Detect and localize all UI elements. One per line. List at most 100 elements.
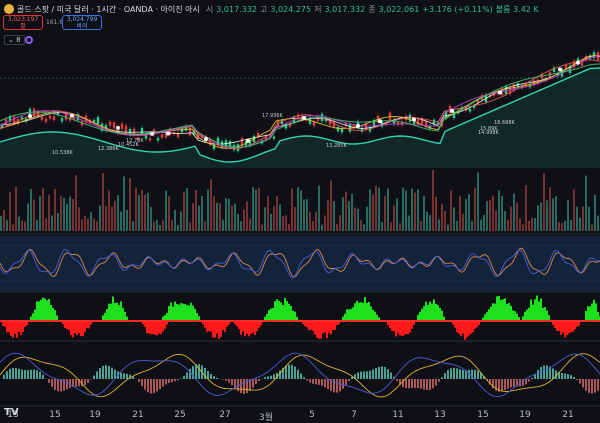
histogram-bar bbox=[378, 317, 380, 320]
volume-bar bbox=[90, 212, 92, 231]
volume-bar bbox=[327, 200, 329, 231]
histogram-bar bbox=[118, 305, 120, 320]
symbol-title[interactable]: 골드 스팟 / 미국 달러 · 1시간 · OANDA · 아이진 아시 bbox=[17, 4, 200, 15]
time-axis-label: 11 bbox=[392, 410, 404, 420]
histogram-bar bbox=[589, 306, 591, 320]
histogram-bar bbox=[572, 322, 574, 332]
histogram-bar bbox=[44, 298, 46, 320]
volume-bar bbox=[339, 215, 341, 231]
histogram-bar bbox=[238, 322, 240, 330]
histogram-bar bbox=[164, 315, 166, 320]
histogram-bar bbox=[76, 322, 78, 335]
histogram-bar bbox=[108, 303, 110, 320]
histogram-bar bbox=[122, 307, 124, 320]
candle-body bbox=[96, 117, 100, 125]
volume-bar bbox=[3, 209, 5, 231]
histogram-bar bbox=[314, 322, 316, 335]
volume-bar bbox=[324, 215, 326, 231]
volume-bar bbox=[369, 189, 371, 231]
high-label: 고 bbox=[260, 4, 268, 14]
histogram-bar bbox=[530, 299, 532, 320]
volume-bar bbox=[540, 202, 542, 231]
macd-bar bbox=[258, 379, 260, 381]
candle-body bbox=[148, 138, 152, 141]
histogram-bar bbox=[234, 322, 236, 325]
macd-bar bbox=[423, 379, 425, 390]
volume-bar bbox=[162, 220, 164, 231]
settings-circle-icon[interactable] bbox=[25, 36, 33, 44]
volume-bar bbox=[315, 211, 317, 231]
macd-bar bbox=[144, 379, 146, 390]
macd-bar bbox=[288, 364, 290, 379]
macd-bar bbox=[285, 365, 287, 379]
macd-bar bbox=[504, 379, 506, 391]
volume-bar bbox=[72, 198, 74, 231]
chart-canvas[interactable]: 10.538K12.386K10.452K12.78K13.285K14.998… bbox=[0, 0, 600, 423]
macd-bar bbox=[375, 368, 377, 379]
volume-bar bbox=[411, 188, 413, 231]
histogram-bar bbox=[595, 303, 597, 320]
volume-bar bbox=[441, 204, 443, 231]
histogram-bar bbox=[370, 306, 372, 320]
histogram-bar bbox=[332, 322, 334, 330]
signal-dot bbox=[378, 119, 382, 124]
indicators-toggle-button[interactable]: ⌄ 8 bbox=[4, 35, 25, 45]
histogram-bar bbox=[174, 301, 176, 320]
volume-bar bbox=[246, 201, 248, 231]
volume-bar bbox=[207, 189, 209, 231]
macd-bar bbox=[141, 379, 143, 387]
buy-button[interactable]: 3,024.799 바이 bbox=[62, 15, 102, 30]
histogram-bar bbox=[72, 322, 74, 338]
volume-bar bbox=[363, 224, 365, 231]
histogram-bar bbox=[564, 322, 566, 338]
tradingview-logo[interactable]: TV bbox=[4, 407, 19, 418]
time-axis[interactable]: 13 15 19 21 25 27 3월 5 7 11 13 15 19 21 bbox=[0, 407, 600, 423]
histogram-bar bbox=[106, 309, 108, 320]
macd-bar bbox=[15, 368, 17, 379]
histogram-bar bbox=[508, 303, 510, 320]
volume-bar bbox=[60, 196, 62, 231]
histogram-bar bbox=[102, 315, 104, 320]
volume-bar bbox=[36, 220, 38, 231]
volume-bar bbox=[561, 223, 563, 231]
volume-bar bbox=[81, 219, 83, 231]
volume-bar bbox=[474, 187, 476, 231]
histogram-bar bbox=[90, 322, 92, 325]
macd-bar bbox=[264, 377, 266, 379]
volume-bar bbox=[462, 213, 464, 231]
volume-bar bbox=[66, 203, 68, 231]
histogram-bar bbox=[144, 322, 146, 327]
volume-bar bbox=[9, 191, 11, 231]
histogram-bar bbox=[366, 302, 368, 320]
volume-bar bbox=[186, 188, 188, 231]
signal-dot bbox=[412, 117, 416, 122]
macd-bar bbox=[300, 373, 302, 379]
macd-bar bbox=[177, 379, 179, 381]
time-axis-label: 21 bbox=[132, 410, 144, 420]
macd-bar bbox=[348, 379, 350, 381]
histogram-bar bbox=[435, 303, 437, 320]
volume-bar bbox=[75, 175, 77, 231]
candle-body bbox=[120, 123, 124, 130]
volume-bar bbox=[99, 205, 101, 231]
histogram-bar bbox=[308, 322, 310, 331]
volume-bar bbox=[168, 195, 170, 231]
histogram-bar bbox=[576, 322, 578, 327]
histogram-bar bbox=[302, 322, 304, 325]
sell-button[interactable]: 3,023.197 팔 bbox=[3, 15, 43, 30]
volume-bar bbox=[393, 205, 395, 231]
close-value: 3,022.061 bbox=[378, 4, 420, 14]
histogram-bar bbox=[407, 322, 409, 335]
macd-bar bbox=[174, 379, 176, 382]
macd-bar bbox=[126, 373, 128, 379]
histogram-bar bbox=[40, 299, 42, 320]
macd-bar bbox=[444, 373, 446, 379]
volume-bar bbox=[405, 190, 407, 231]
volume-bar bbox=[489, 199, 491, 231]
time-axis-label: 7 bbox=[351, 410, 357, 420]
histogram-bar bbox=[360, 302, 362, 320]
histogram-bar bbox=[336, 322, 338, 326]
histogram-bar bbox=[597, 311, 599, 320]
volume-bar bbox=[360, 219, 362, 231]
macd-bar bbox=[381, 366, 383, 379]
